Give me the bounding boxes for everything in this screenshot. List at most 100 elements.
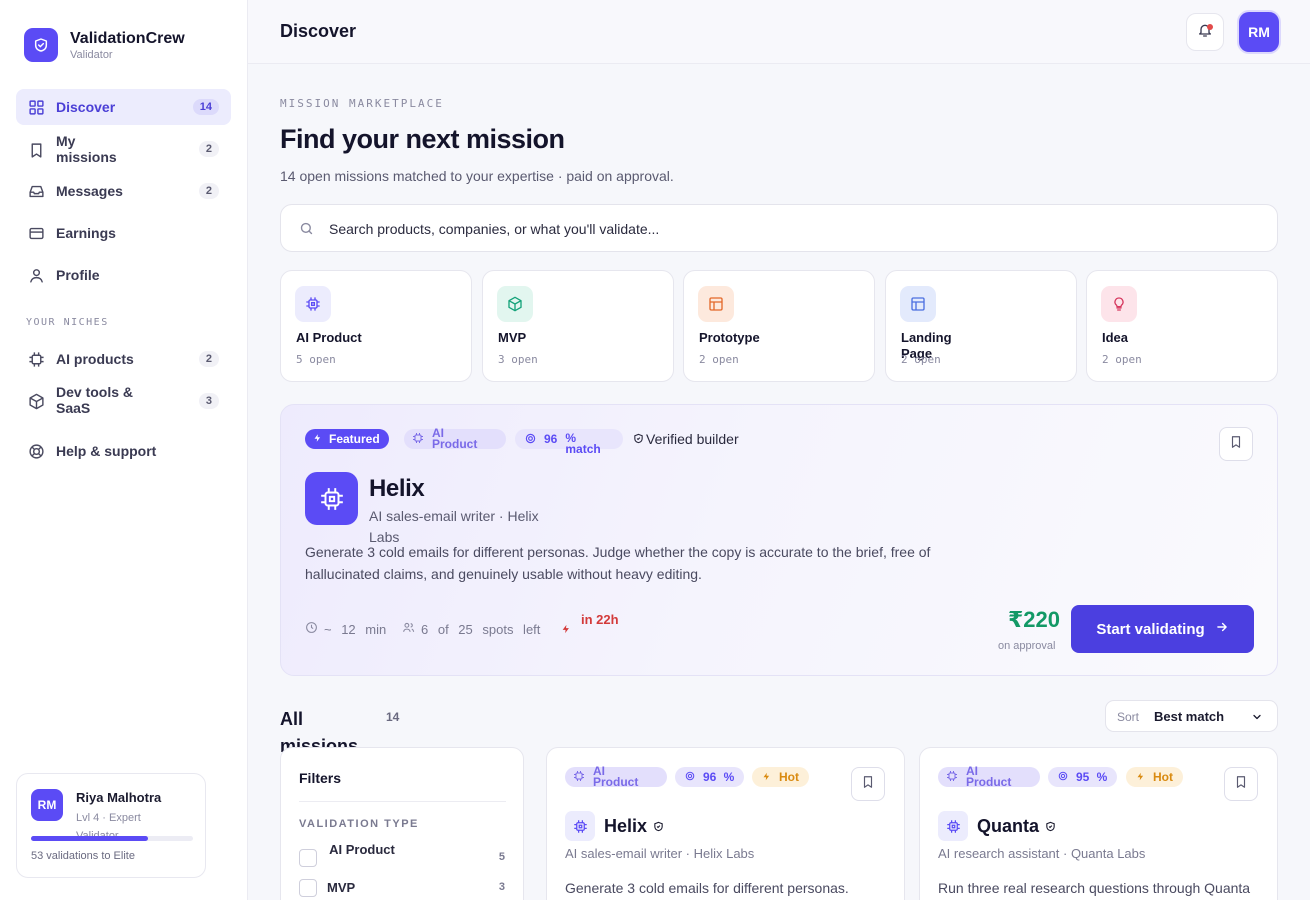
category-open-count: 2 open: [1102, 353, 1142, 366]
verified-builder: Verified builder: [633, 431, 739, 447]
hero-title: Find your next mission: [280, 124, 565, 154]
search-input[interactable]: [329, 217, 1229, 241]
hero-subtitle: 14 open missions matched to your experti…: [280, 168, 674, 184]
brand-role: Validator: [70, 49, 113, 61]
nav-count: 2: [198, 183, 219, 199]
nav-count: 3: [198, 393, 219, 409]
start-validating-button[interactable]: Start validating: [1071, 605, 1254, 653]
mission-description: Run three real research questions throug…: [938, 880, 1251, 896]
featured-badge-label: Featured: [329, 431, 380, 446]
match-value: 95 %: [1076, 769, 1108, 784]
category-open-count: 2 open: [901, 353, 941, 366]
mission-tagline: AI sales-email writer · Helix Labs: [565, 846, 755, 861]
nav-item-help[interactable]: Help & support: [16, 433, 231, 469]
hot-label: Hot: [779, 769, 799, 784]
bookmark-button[interactable]: [1224, 767, 1258, 801]
category-badge-label: AI Product: [593, 764, 639, 789]
start-validating-label: Start validating: [1096, 620, 1205, 638]
mission-name-text: Helix: [604, 816, 648, 836]
mission-card[interactable]: AI Product 96 % Hot Helix AI sales-email…: [546, 747, 905, 900]
mission-name[interactable]: Helix: [369, 475, 425, 503]
clock-icon: [305, 621, 318, 637]
match-badge: 96 % match: [515, 429, 623, 455]
match-value: 96: [544, 431, 558, 446]
bookmark-icon: [1229, 435, 1243, 454]
user-card[interactable]: RM Riya Malhotra Lvl 4 · Expert Validato…: [16, 773, 206, 878]
avatar[interactable]: RM: [1239, 12, 1279, 52]
hot-badge: Hot: [752, 767, 809, 787]
filter-label: MVP: [327, 880, 356, 895]
bookmark-icon: [1234, 775, 1248, 794]
category-name: MVP: [498, 330, 527, 345]
spots: 6 of 25 spots left: [402, 621, 540, 637]
bookmark-button[interactable]: [1219, 427, 1253, 461]
cpu-icon: [946, 770, 958, 784]
featured-mission-card: Featured AI Product 96 % match Verified …: [280, 404, 1278, 676]
user-icon: [27, 266, 45, 284]
nav-count: 2: [198, 351, 219, 367]
bookmark-icon: [861, 775, 875, 794]
nav-item-my-missions[interactable]: My missions 2: [16, 133, 231, 169]
search-icon: [299, 221, 314, 241]
nav-item-dev-tools[interactable]: Dev tools & SaaS 3: [16, 383, 231, 419]
filter-section-heading: VALIDATION TYPE: [299, 818, 419, 830]
divider: [299, 801, 506, 802]
mission-card[interactable]: AI Product 95 % Hot Quanta AI research a…: [919, 747, 1278, 900]
bolt-icon: [313, 433, 322, 445]
brand[interactable]: ValidationCrew Validator: [24, 28, 185, 62]
nav-label: Help & support: [56, 443, 157, 459]
all-missions-count: 14: [386, 710, 400, 724]
cpu-icon: [305, 472, 358, 525]
category-card-landing-page[interactable]: Landing Page 2 open: [885, 270, 1077, 382]
lifebuoy-icon: [27, 442, 45, 460]
nav-item-earnings[interactable]: Earnings: [16, 215, 231, 251]
category-card-mvp[interactable]: MVP 3 open: [482, 270, 674, 382]
cpu-icon: [573, 770, 585, 784]
sort-select[interactable]: Sort Best match: [1105, 700, 1278, 732]
users-icon: [402, 621, 415, 637]
notification-dot: [1207, 24, 1213, 30]
spots-value: 6 of 25 spots left: [421, 621, 541, 637]
category-badge: AI Product: [938, 765, 1040, 788]
category-open-count: 2 open: [699, 353, 739, 366]
arrow-right-icon: [1215, 620, 1229, 638]
nav-label: AI products: [56, 351, 134, 367]
cpu-icon: [938, 811, 968, 841]
notifications-button[interactable]: [1186, 13, 1224, 51]
hot-badge: Hot: [1126, 767, 1183, 787]
nav-label: Earnings: [56, 225, 116, 241]
duration: ~ 12 min: [305, 621, 386, 637]
shield-icon: [653, 816, 664, 837]
category-card-prototype[interactable]: Prototype 2 open: [683, 270, 875, 382]
bookmark-button[interactable]: [851, 767, 885, 801]
mission-name-text: Quanta: [977, 816, 1040, 836]
cpu-icon: [27, 350, 45, 368]
user-name: Riya Malhotra: [76, 790, 162, 805]
nav-item-profile[interactable]: Profile: [16, 257, 231, 293]
filter-checkbox-mvp[interactable]: [299, 879, 317, 897]
search-bar[interactable]: [280, 204, 1278, 252]
layout-icon: [698, 286, 734, 322]
reward-note: on approval: [998, 640, 1056, 652]
category-badge: AI Product: [404, 427, 506, 450]
category-name: AI Product: [296, 330, 362, 345]
chevron-down-icon: [1251, 710, 1263, 728]
category-card-idea[interactable]: Idea 2 open: [1086, 270, 1278, 382]
nav-label: Discover: [56, 99, 116, 115]
category-name: Idea: [1102, 330, 1129, 345]
hot-label: Hot: [1153, 769, 1173, 784]
eyebrow: MISSION MARKETPLACE: [280, 97, 444, 110]
category-card-ai-product[interactable]: AI Product 5 open: [280, 270, 472, 382]
cpu-icon: [412, 432, 424, 446]
level-progress: [31, 836, 193, 841]
match-value: 96 %: [703, 769, 735, 784]
verified-label: Verified builder: [646, 431, 739, 447]
cpu-icon: [565, 811, 595, 841]
nav-item-discover[interactable]: Discover 14: [16, 89, 231, 125]
nav-item-ai-products[interactable]: AI products 2: [16, 341, 231, 377]
filter-checkbox-ai-product[interactable]: [299, 849, 317, 867]
credit-card-icon: [27, 224, 45, 242]
nav-item-messages[interactable]: Messages 2: [16, 173, 231, 209]
page-title: Discover: [280, 21, 357, 41]
filters-title: Filters: [299, 770, 342, 786]
